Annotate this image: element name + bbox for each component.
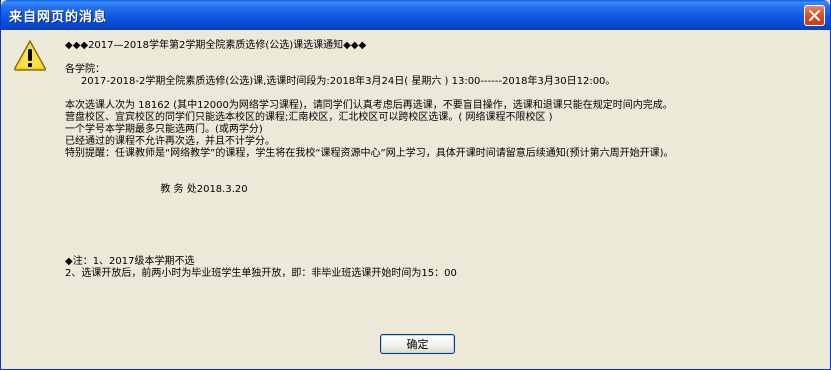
message-line: 营盘校区、宜宾校区的同学们只能选本校区的课程;汇南校区，汇北校区可以跨校区选课。… (65, 112, 553, 123)
title-bar[interactable]: 来自网页的消息 (1, 0, 830, 30)
message-line: 各学院： (65, 64, 105, 75)
message-line (65, 172, 825, 184)
close-button[interactable] (804, 5, 825, 26)
message-line (65, 52, 825, 64)
message-line: 特别提醒：任课教师是“网络教学”的课程，学生将在我校“课程资源中心”网上学习，具… (65, 148, 674, 159)
message-line: 教 务 处2018.3.20 (65, 184, 248, 195)
message-line (65, 232, 825, 244)
message-dialog: 来自网页的消息 ◆◆◆2017—2018学年第2学期全院素质选修(公选)课选课通… (0, 0, 831, 370)
warning-icon (14, 39, 46, 71)
message-line: 2017-2018-2学期全院素质选修(公选)课,选课时间段为:2018年3月2… (65, 76, 616, 87)
message-line: ◆注：1、2017级本学期不选 (65, 256, 195, 267)
window-title: 来自网页的消息 (9, 10, 108, 25)
message-text: ◆◆◆2017—2018学年第2学期全院素质选修(公选)课选课通知◆◆◆ 各学院：… (65, 40, 825, 280)
message-line: 一个学号本学期最多只能选两门。(或两学分) (65, 124, 263, 135)
message-line (65, 220, 825, 232)
message-line: ◆◆◆2017—2018学年第2学期全院素质选修(公选)课选课通知◆◆◆ (65, 40, 367, 51)
message-line: 已经通过的课程不允许再次选，并且不计学分。 (65, 136, 275, 147)
message-line (65, 244, 825, 256)
message-line: 2、选课开放后，前两小时为毕业班学生单独开放，即：非毕业班选课开始时间为15：0… (65, 268, 457, 279)
message-line (65, 160, 825, 172)
message-line (65, 88, 825, 100)
close-icon (809, 10, 820, 21)
message-line (65, 196, 825, 208)
dialog-body: ◆◆◆2017—2018学年第2学期全院素质选修(公选)课选课通知◆◆◆ 各学院：… (4, 30, 827, 366)
message-line (65, 208, 825, 220)
ok-button[interactable]: 确定 (380, 334, 455, 354)
message-line: 本次选课人次为 18162 (其中12000为网络学习课程)，请同学们认真考虑后… (65, 100, 673, 111)
